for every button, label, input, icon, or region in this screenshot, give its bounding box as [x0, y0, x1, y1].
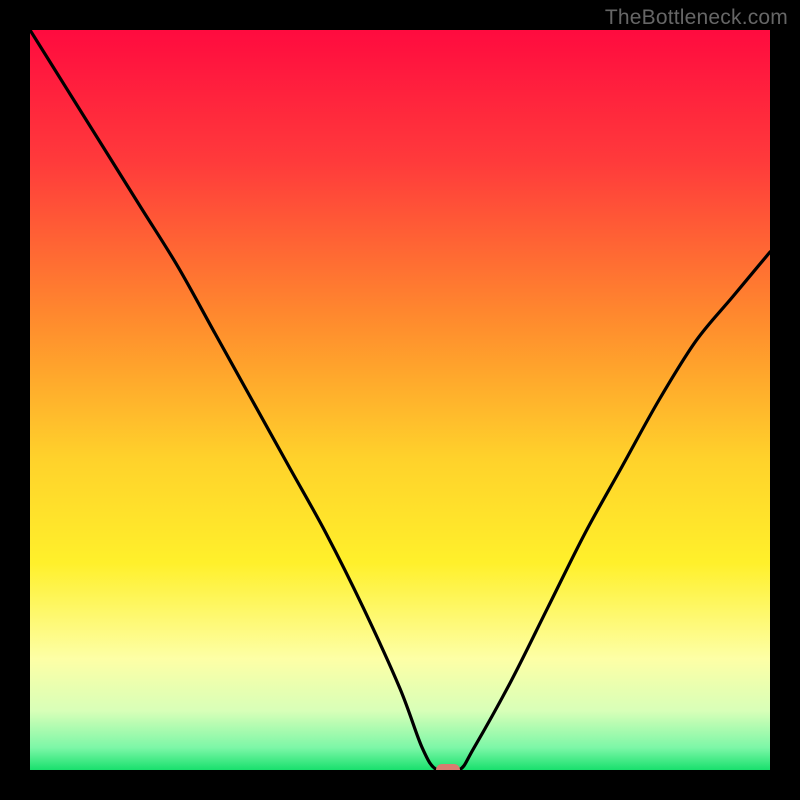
watermark-text: TheBottleneck.com	[605, 6, 788, 30]
optimal-point-marker	[436, 764, 460, 770]
chart-frame: TheBottleneck.com	[0, 0, 800, 800]
plot-area	[30, 30, 770, 770]
bottleneck-curve	[30, 30, 770, 770]
